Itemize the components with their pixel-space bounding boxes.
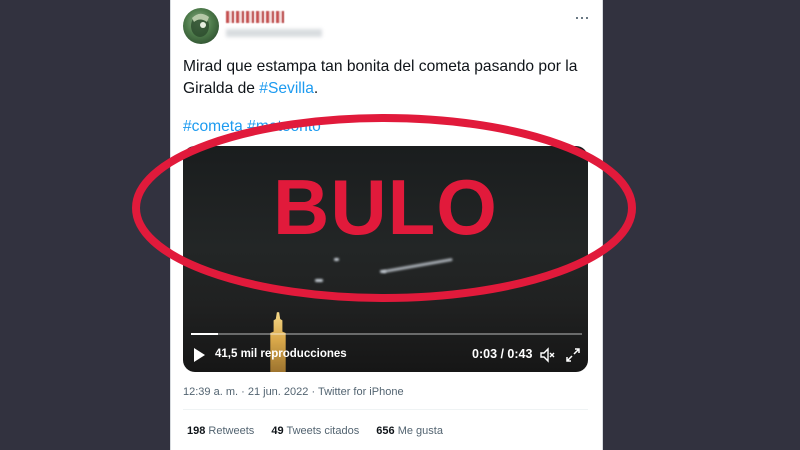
- likes-count: 656: [376, 425, 395, 437]
- tweet-meta: 12:39 a. m. · 21 jun. 2022 · Twitter for…: [183, 386, 404, 398]
- quotes-label: Tweets citados: [286, 425, 360, 437]
- hashtag-sevilla-link[interactable]: #Sevilla: [259, 80, 314, 97]
- video-progress-fill: [191, 333, 219, 335]
- meta-separator: ·: [238, 386, 248, 398]
- video-controls: 41,5 mil reproducciones 0:03 / 0:43: [183, 344, 588, 366]
- more-dots-icon[interactable]: ···: [574, 8, 590, 26]
- bulo-stamp: BULO: [273, 163, 498, 251]
- avatar-image: [191, 13, 209, 37]
- retweets-stat[interactable]: 198 Retweets: [187, 425, 254, 437]
- video-progress-bar[interactable]: [191, 333, 582, 335]
- tweet-time[interactable]: 12:39 a. m.: [183, 386, 238, 398]
- tweet-source: Twitter for iPhone: [317, 386, 404, 398]
- quotes-stat[interactable]: 49 Tweets citados: [271, 425, 359, 437]
- fullscreen-icon[interactable]: [565, 347, 581, 363]
- likes-label: Me gusta: [397, 425, 443, 437]
- tweet-text-body: Mirad que estampa tan bonita del cometa …: [183, 58, 578, 97]
- play-icon[interactable]: [194, 348, 205, 362]
- view-count: 41,5 mil reproducciones: [215, 348, 347, 360]
- mute-icon[interactable]: [539, 347, 555, 363]
- retweets-label: Retweets: [208, 425, 255, 437]
- tweet-text-end: .: [313, 80, 319, 97]
- tweet-stats: 198 Retweets 49 Tweets citados 656 Me gu…: [187, 425, 457, 437]
- meta-separator: ·: [308, 386, 318, 398]
- retweets-count: 198: [187, 425, 206, 437]
- tweet-text: Mirad que estampa tan bonita del cometa …: [183, 56, 593, 100]
- username-redacted[interactable]: [226, 29, 322, 37]
- divider: [183, 409, 588, 410]
- avatar[interactable]: [183, 8, 219, 44]
- video-time: 0:03 / 0:43: [472, 347, 533, 361]
- likes-stat[interactable]: 656 Me gusta: [376, 425, 443, 437]
- quotes-count: 49: [271, 425, 284, 437]
- display-name-redacted[interactable]: [226, 11, 284, 23]
- tweet-date[interactable]: 21 jun. 2022: [248, 386, 309, 398]
